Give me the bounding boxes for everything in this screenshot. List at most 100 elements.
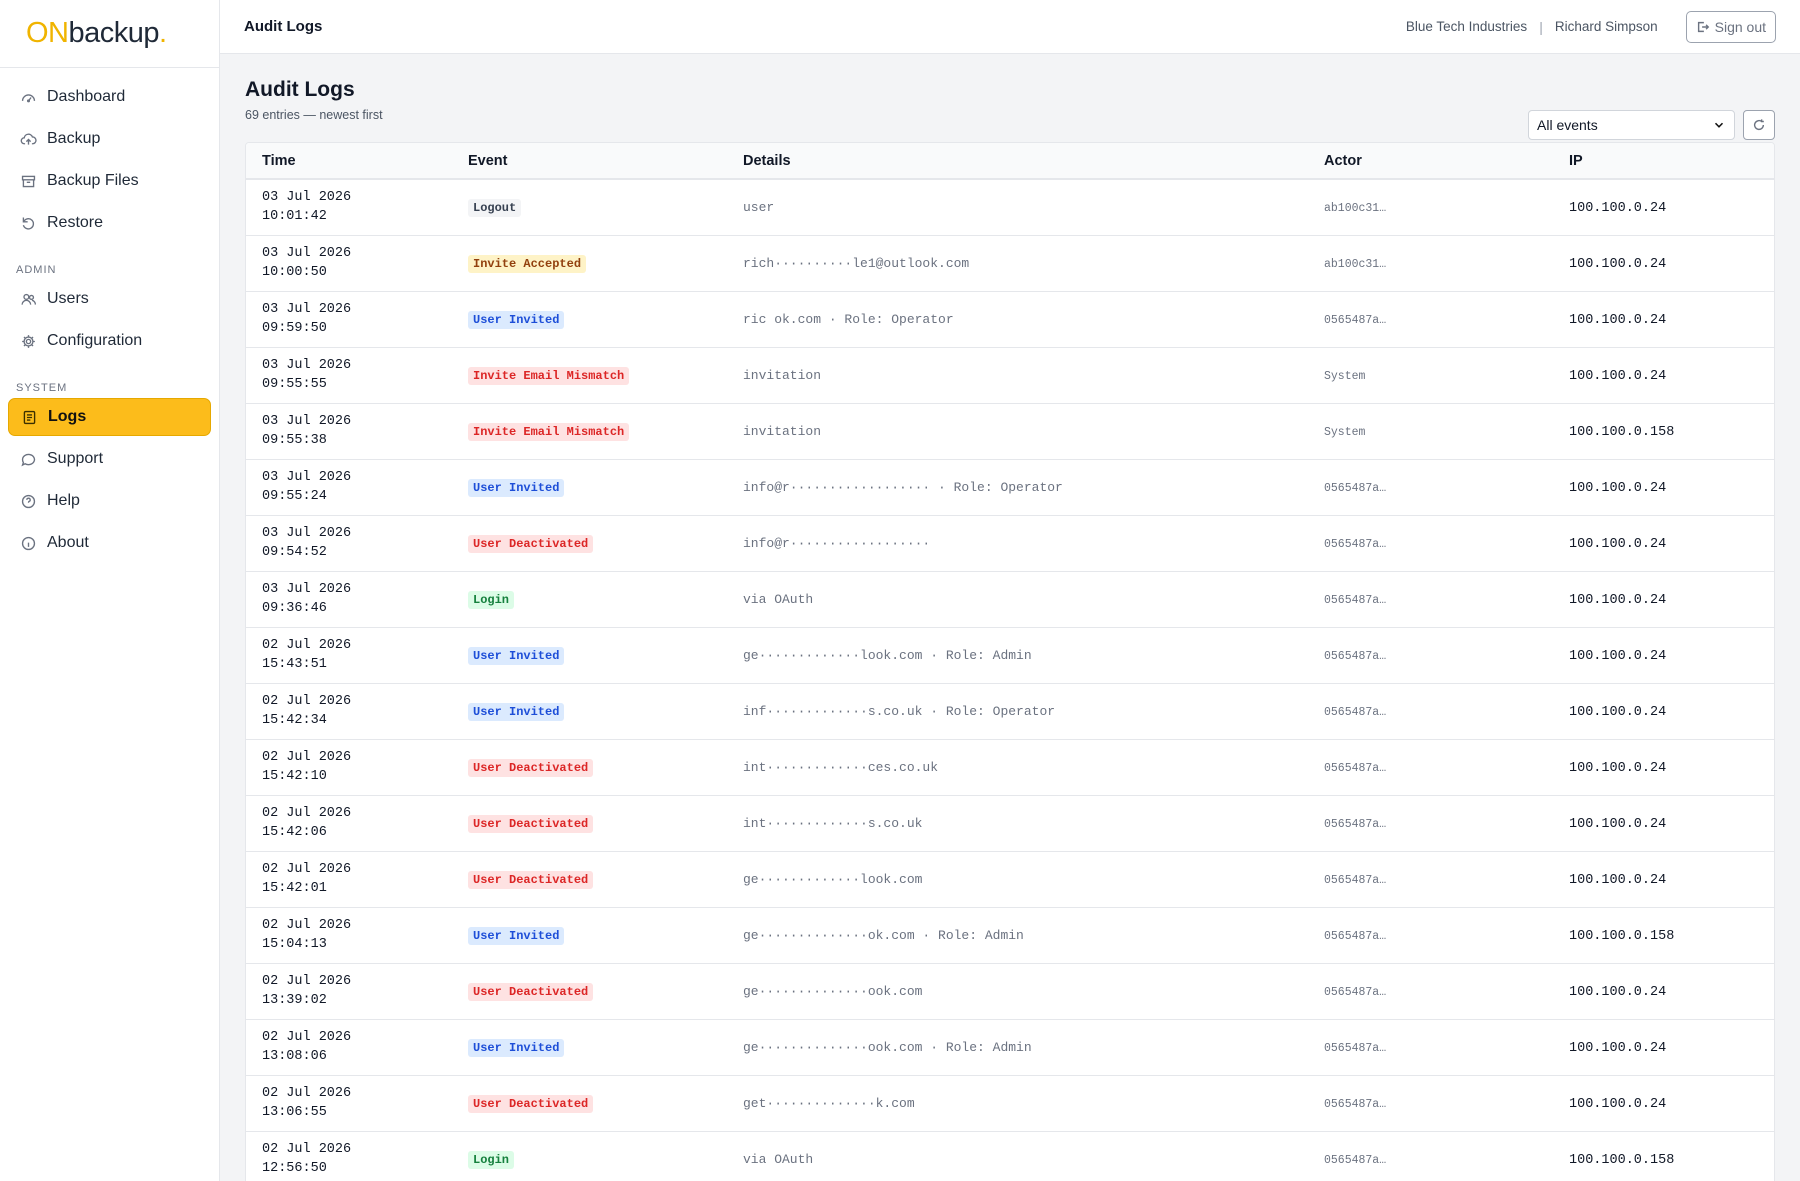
event-badge: Login (468, 1150, 515, 1169)
column-header-ip[interactable]: IP (1553, 143, 1774, 180)
time-cell: 03 Jul 2026 09:54:52 (246, 515, 452, 572)
event-filter-value: All events (1537, 117, 1598, 133)
table-row[interactable]: 02 Jul 2026 12:56:50 Login via OAuth 0565487… (246, 1131, 1774, 1181)
ip-cell: 100.100.0.158 (1553, 1131, 1774, 1181)
column-header-time[interactable]: Time (246, 143, 452, 180)
event-details: ge··············ook.com · Role: Admin (743, 1039, 1032, 1055)
logo-dot: . (159, 17, 167, 49)
sidebar-item-configuration[interactable]: Configuration (8, 322, 211, 360)
table-row[interactable]: 02 Jul 2026 15:42:34 User Invited inf······… (246, 683, 1774, 740)
ip-address: 100.100.0.24 (1569, 873, 1667, 888)
table-row[interactable]: 03 Jul 2026 09:59:50 User Invited ric ok.co… (246, 291, 1774, 348)
table-row[interactable]: 02 Jul 2026 15:42:06 User Deactivated int··… (246, 795, 1774, 852)
ip-cell: 100.100.0.24 (1553, 627, 1774, 684)
table-row[interactable]: 03 Jul 2026 09:36:46 Login via OAuth 0565487… (246, 571, 1774, 628)
actor-id: 0565487a… (1324, 1154, 1387, 1167)
ip-address: 100.100.0.24 (1569, 369, 1667, 384)
event-cell: User Invited (452, 291, 727, 348)
event-badge: Invite Email Mismatch (468, 366, 630, 385)
event-badge: User Invited (468, 1038, 565, 1057)
table-row[interactable]: 03 Jul 2026 09:55:55 Invite Email Mismatch… (246, 347, 1774, 404)
event-details: info@r·················· (743, 535, 931, 551)
details-cell: ge·············look.com · Role: Admin (727, 627, 1308, 684)
actor-cell: 0565487a… (1308, 851, 1553, 908)
ip-address: 100.100.0.24 (1569, 1097, 1667, 1112)
sidebar: ON backup. Dashboard Backup Backup Files … (0, 0, 220, 1181)
log-date: 02 Jul 2026 (262, 1030, 352, 1045)
ip-cell: 100.100.0.24 (1553, 347, 1774, 404)
sidebar-item-logs[interactable]: Logs (8, 398, 211, 436)
refresh-button[interactable] (1743, 110, 1775, 140)
actor-id: 0565487a… (1324, 1042, 1387, 1055)
header-separator: | (1539, 18, 1543, 35)
event-cell: User Deactivated (452, 515, 727, 572)
table-row[interactable]: 03 Jul 2026 09:54:52 User Deactivated info@… (246, 515, 1774, 572)
event-cell: User Invited (452, 627, 727, 684)
table-row[interactable]: 02 Jul 2026 13:08:06 User Invited ge·······… (246, 1019, 1774, 1076)
sign-out-button[interactable]: Sign out (1685, 10, 1776, 43)
table-row[interactable]: 03 Jul 2026 10:01:42 Logout user ab100c31… 10… (246, 179, 1774, 236)
column-header-details[interactable]: Details (727, 143, 1308, 180)
sidebar-item-help[interactable]: Help (8, 482, 211, 520)
ip-cell: 100.100.0.24 (1553, 1075, 1774, 1132)
log-date: 02 Jul 2026 (262, 862, 352, 877)
actor-id: 0565487a… (1324, 538, 1387, 551)
table-row[interactable]: 02 Jul 2026 15:04:13 User Invited ge·······… (246, 907, 1774, 964)
sidebar-item-about[interactable]: About (8, 524, 211, 562)
chat-icon (20, 451, 37, 468)
log-time: 09:55:38 (262, 433, 327, 448)
table-row[interactable]: 03 Jul 2026 09:55:38 Invite Email Mismatch… (246, 403, 1774, 460)
sidebar-item-support[interactable]: Support (8, 440, 211, 478)
event-details: rich··········le1@outlook.com (743, 255, 970, 271)
sidebar-item-dashboard[interactable]: Dashboard (8, 78, 211, 116)
event-cell: User Deactivated (452, 1075, 727, 1132)
ip-cell: 100.100.0.24 (1553, 235, 1774, 292)
actor-id: ab100c31… (1324, 202, 1387, 216)
filter-controls: All events (1528, 110, 1775, 140)
log-date: 03 Jul 2026 (262, 302, 352, 317)
actor-id: System (1324, 370, 1366, 383)
event-badge: User Deactivated (468, 814, 594, 833)
sidebar-nav: Dashboard Backup Backup Files Restore AD… (0, 68, 219, 562)
table-row[interactable]: 03 Jul 2026 09:55:24 User Invited info@r···… (246, 459, 1774, 516)
table-row[interactable]: 02 Jul 2026 15:42:10 User Deactivated int··… (246, 739, 1774, 796)
column-header-actor[interactable]: Actor (1308, 143, 1553, 180)
event-details: ge··············ook.com (743, 983, 923, 999)
event-filter-select[interactable]: All events (1528, 110, 1735, 140)
help-icon (20, 493, 37, 510)
table-row[interactable]: 02 Jul 2026 13:06:55 User Deactivated get··… (246, 1075, 1774, 1132)
actor-cell: 0565487a… (1308, 1019, 1553, 1076)
sidebar-item-label: About (47, 534, 89, 551)
column-header-event[interactable]: Event (452, 143, 727, 180)
time-cell: 02 Jul 2026 15:43:51 (246, 627, 452, 684)
brand-logo[interactable]: ON backup. (0, 0, 219, 68)
sidebar-item-restore[interactable]: Restore (8, 204, 211, 242)
time-cell: 03 Jul 2026 09:55:55 (246, 347, 452, 404)
event-badge: Invite Email Mismatch (468, 422, 630, 441)
table-row[interactable]: 02 Jul 2026 15:43:51 User Invited ge·······… (246, 627, 1774, 684)
actor-cell: 0565487a… (1308, 627, 1553, 684)
actor-id: 0565487a… (1324, 930, 1387, 943)
table-row[interactable]: 02 Jul 2026 15:42:01 User Deactivated ge···… (246, 851, 1774, 908)
entries-count: 69 entries — newest first (245, 108, 383, 122)
sidebar-item-backup-files[interactable]: Backup Files (8, 162, 211, 200)
refresh-icon (1753, 119, 1765, 131)
table-header-row: Time Event Details Actor IP (246, 143, 1774, 180)
log-time: 12:56:50 (262, 1161, 327, 1176)
table-row[interactable]: 02 Jul 2026 13:39:02 User Deactivated ge···… (246, 963, 1774, 1020)
ip-address: 100.100.0.24 (1569, 761, 1667, 776)
ip-cell: 100.100.0.158 (1553, 907, 1774, 964)
event-badge: User Invited (468, 926, 565, 945)
event-details: int·············s.co.uk (743, 815, 923, 831)
log-date: 02 Jul 2026 (262, 750, 352, 765)
actor-id: 0565487a… (1324, 986, 1387, 999)
event-cell: Login (452, 1131, 727, 1181)
sidebar-item-backup[interactable]: Backup (8, 120, 211, 158)
log-time: 10:00:50 (262, 265, 327, 280)
actor-cell: ab100c31… (1308, 235, 1553, 292)
sidebar-item-users[interactable]: Users (8, 280, 211, 318)
restore-icon (20, 215, 37, 232)
table-row[interactable]: 03 Jul 2026 10:00:50 Invite Accepted rich··… (246, 235, 1774, 292)
ip-cell: 100.100.0.24 (1553, 963, 1774, 1020)
actor-id: 0565487a… (1324, 706, 1387, 719)
